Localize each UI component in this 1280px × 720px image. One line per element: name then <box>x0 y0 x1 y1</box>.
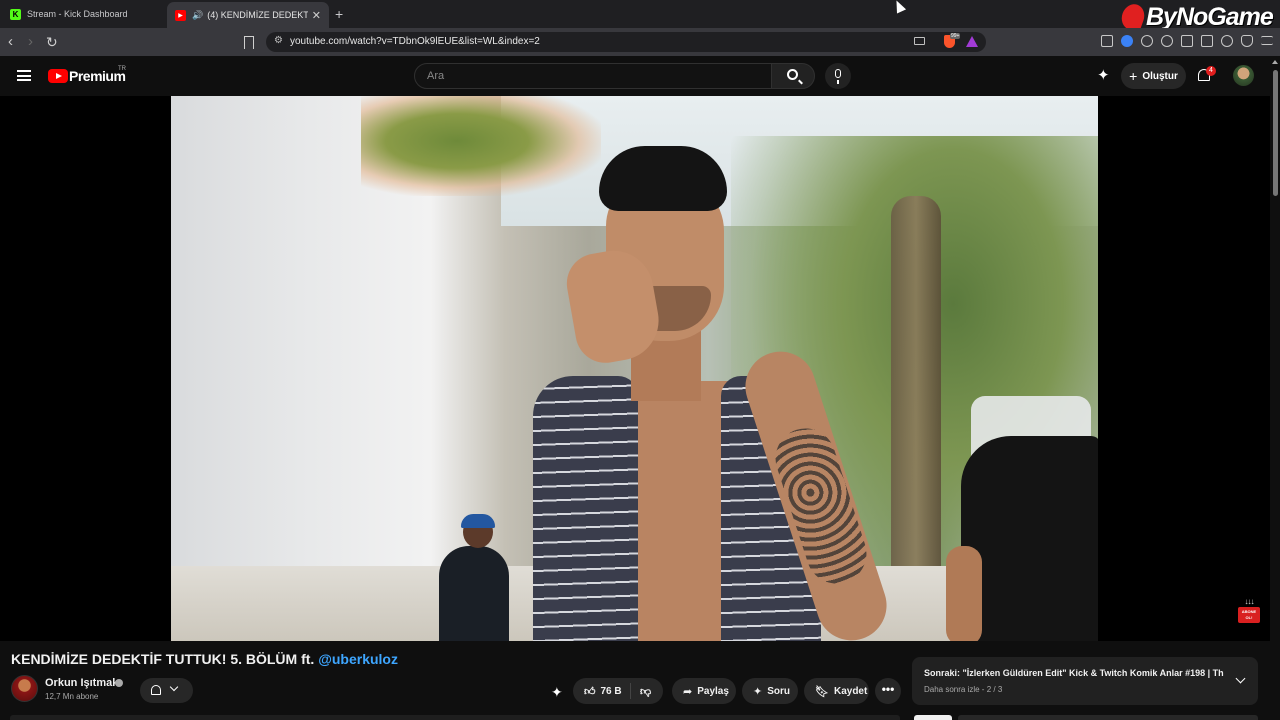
ask-button[interactable]: ✦ Soru <box>742 678 798 704</box>
leo-ai-icon[interactable] <box>1221 35 1233 47</box>
bottom-content-edge <box>0 712 1270 720</box>
subscribe-overlay-icon[interactable]: ↓↓↓ ABONE OL! <box>1236 598 1262 626</box>
like-count: 76 B <box>600 685 622 697</box>
plus-icon: + <box>1129 68 1138 84</box>
notification-count-badge: 4 <box>1206 66 1216 76</box>
kick-icon: K <box>10 8 21 20</box>
bell-icon <box>151 685 161 695</box>
search-placeholder: Ara <box>427 70 445 82</box>
save-label: Kaydet <box>833 685 868 697</box>
forward-icon[interactable]: › <box>28 34 33 50</box>
account-avatar[interactable] <box>1233 65 1254 86</box>
browser-toolbar: ‹ › ↻ ⚙ youtube.com/watch?v=TDbnOk9lEUE&… <box>0 28 1280 56</box>
like-button[interactable]: 👍︎ 76 B <box>573 683 631 699</box>
mention-link[interactable]: @uberkuloz <box>318 651 398 667</box>
browser-tab-bar: K Stream - Kick Dashboard ▶ 🔊 (4) KENDİM… <box>0 0 1280 33</box>
tab-title: Stream - Kick Dashboard <box>27 9 128 19</box>
video-right-person <box>946 436 1098 641</box>
video-background-person <box>439 514 519 641</box>
country-code: TR <box>118 66 126 72</box>
share-button[interactable]: ➦ Paylaş <box>672 678 736 704</box>
share-label: Paylaş <box>697 685 729 697</box>
chevron-down-icon[interactable] <box>1235 673 1246 684</box>
ai-sparkle-icon[interactable]: ✦ <box>551 684 563 701</box>
share-icon: ➦ <box>683 685 693 698</box>
search-button[interactable] <box>771 63 815 89</box>
bookmark-icon: 🔖︎ <box>815 685 829 698</box>
mouse-cursor-icon <box>891 0 907 14</box>
save-button[interactable]: 🔖︎ Kaydet <box>804 678 869 704</box>
subscription-notifications-button[interactable] <box>140 678 193 703</box>
youtube-premium-logo[interactable]: Premium <box>69 68 126 84</box>
site-settings-icon[interactable]: ⚙ <box>274 35 283 46</box>
new-tab-button[interactable]: + <box>335 6 343 22</box>
search-input[interactable]: Ara <box>414 63 772 89</box>
page-scrollbar[interactable] <box>1270 56 1280 720</box>
thumbs-down-icon: 👎︎ <box>640 685 652 698</box>
youtube-logo-icon[interactable] <box>48 69 68 83</box>
bookmark-icon[interactable] <box>244 36 254 49</box>
verified-icon <box>115 679 123 687</box>
screenshot-icon[interactable] <box>1101 35 1113 47</box>
close-tab-icon[interactable]: ✕ <box>312 9 321 22</box>
scroll-thumb[interactable] <box>1273 70 1278 196</box>
chip-row-edge <box>958 715 1258 720</box>
puzzle-icon[interactable] <box>1141 35 1153 47</box>
chevron-down-icon <box>169 682 179 692</box>
ai-sparkle-icon[interactable]: ✦ <box>1097 68 1110 83</box>
search-icon <box>787 69 798 80</box>
channel-avatar[interactable] <box>11 675 38 702</box>
extension-icon[interactable] <box>1121 35 1133 47</box>
youtube-masthead: Premium TR Ara ✦ + Oluştur 4 <box>0 56 1280 96</box>
music-icon[interactable] <box>1161 35 1173 47</box>
address-bar[interactable]: ⚙ youtube.com/watch?v=TDbnOk9lEUE&list=W… <box>266 32 986 52</box>
down-arrows-icon: ↓↓↓ <box>1244 597 1255 606</box>
video-tree-trunk <box>891 196 941 616</box>
speaker-icon[interactable]: 🔊 <box>192 10 203 21</box>
video-frame[interactable] <box>171 96 1098 641</box>
ask-label: Soru <box>767 685 790 697</box>
tab-youtube-video[interactable]: ▶ 🔊 (4) KENDİMİZE DEDEKTİF TUTTUK ✕ <box>167 2 329 28</box>
dislike-button[interactable]: 👎︎ <box>631 685 651 698</box>
create-button[interactable]: + Oluştur <box>1121 63 1186 89</box>
voice-search-button[interactable] <box>825 63 851 89</box>
next-video-title[interactable]: Sonraki: "İzlerken Güldüren Edit" Kick &… <box>924 668 1224 678</box>
chip-edge <box>914 715 952 720</box>
back-icon[interactable]: ‹ <box>8 34 13 50</box>
subscriber-count: 12,7 Mn abone <box>45 692 99 701</box>
youtube-icon: ▶ <box>175 9 186 21</box>
video-title: KENDİMİZE DEDEKTİF TUTTUK! 5. BÖLÜM ft. … <box>11 651 398 667</box>
more-actions-button[interactable]: ••• <box>875 678 901 704</box>
video-player[interactable] <box>0 96 1270 641</box>
sidebar-icon[interactable] <box>1181 35 1193 47</box>
guide-menu-icon[interactable] <box>17 70 31 81</box>
brave-shields-badge: 99+ <box>950 33 961 39</box>
vpn-icon[interactable] <box>1241 35 1253 47</box>
thumbs-up-icon: 👍︎ <box>584 685 596 698</box>
microphone-icon <box>835 69 841 84</box>
channel-name[interactable]: Orkun Işıtmak <box>45 677 118 689</box>
create-label: Oluştur <box>1142 70 1178 82</box>
subscribe-overlay-label: ABONE OL! <box>1238 607 1260 623</box>
scroll-up-arrow-icon[interactable] <box>1272 60 1278 64</box>
wallet-icon[interactable] <box>1201 35 1213 47</box>
playlist-next-card[interactable]: Sonraki: "İzlerken Güldüren Edit" Kick &… <box>912 657 1258 705</box>
video-title-text: KENDİMİZE DEDEKTİF TUTTUK! 5. BÖLÜM ft. <box>11 651 315 667</box>
playlist-position: Daha sonra izle - 2 / 3 <box>924 685 1003 694</box>
reload-icon[interactable]: ↻ <box>46 34 58 50</box>
brave-rewards-icon[interactable] <box>966 36 978 47</box>
url-text[interactable]: youtube.com/watch?v=TDbnOk9lEUE&list=WL&… <box>290 36 540 47</box>
tab-kick-dashboard[interactable]: K Stream - Kick Dashboard <box>2 3 164 25</box>
tab-title: (4) KENDİMİZE DEDEKTİF TUTTUK <box>207 10 308 20</box>
like-dislike-group: 👍︎ 76 B 👎︎ <box>573 678 663 704</box>
cast-icon[interactable] <box>914 37 925 45</box>
video-main-person <box>521 146 896 641</box>
sparkle-icon: ✦ <box>753 685 763 698</box>
menu-icon[interactable] <box>1261 36 1273 45</box>
description-box-edge <box>10 715 900 720</box>
